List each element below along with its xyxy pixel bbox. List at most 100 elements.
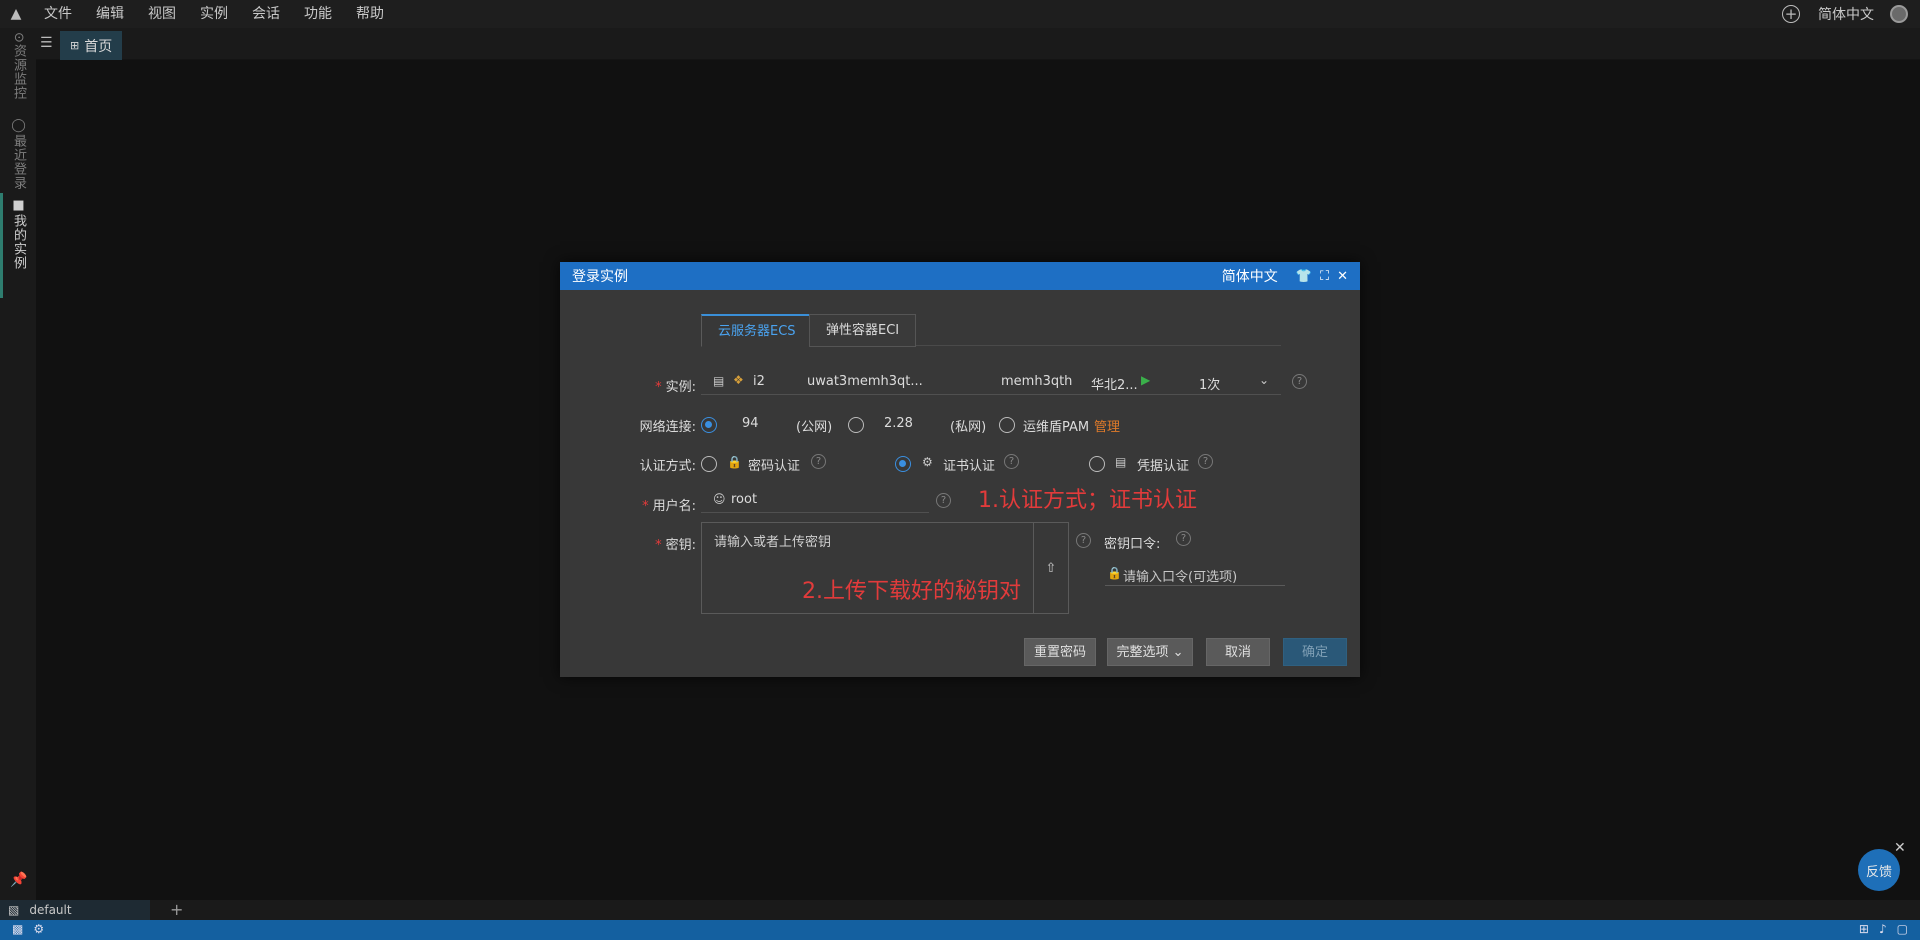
public-ip: 94 [742, 416, 759, 431]
passphrase-help-icon[interactable]: ? [1176, 531, 1191, 546]
public-suffix: (公网) [796, 420, 833, 435]
sidebar-tab-recent-login[interactable]: ◯最近登录 [9, 118, 28, 190]
certificate-icon: ⚙ [922, 455, 933, 469]
credential-auth-label: 凭据认证 [1137, 459, 1190, 474]
user-icon: ☺ [713, 492, 726, 506]
chevron-down-icon: ⌄ [1172, 645, 1184, 660]
instance-help-icon[interactable]: ? [1292, 374, 1307, 389]
annotation-step1: 1.认证方式；证书认证 [978, 488, 1197, 513]
certificate-auth-radio[interactable] [895, 456, 911, 472]
lock-icon: 🔒 [727, 455, 742, 469]
menu-help[interactable]: 帮助 [344, 0, 396, 28]
key-help-icon[interactable]: ? [1076, 533, 1091, 548]
private-suffix: (私网) [950, 420, 987, 435]
username-label: * 用户名: [642, 499, 696, 514]
instance-region: 华北2... [1091, 378, 1138, 393]
menu-toggle-icon[interactable]: ☰ [40, 35, 53, 51]
tab-ecs[interactable]: 云服务器ECS [701, 314, 813, 347]
fullscreen-icon[interactable]: ⛶ [1320, 269, 1329, 284]
dialog-header: 登录实例 简体中文 👕 ⛶ ✕ [560, 262, 1360, 290]
sidebar-tab-my-instances[interactable]: ■我的实例 [9, 198, 28, 270]
menu-edit[interactable]: 编辑 [84, 0, 136, 28]
instance-id-prefix: i2 [753, 374, 765, 389]
layers-icon[interactable]: ▩ [12, 922, 23, 936]
pin-icon[interactable]: 📌 [10, 872, 27, 888]
passphrase-lock-icon: 🔒 [1107, 566, 1122, 580]
theme-icon[interactable]: 👕 [1296, 269, 1312, 284]
terminal-bar: ▧ default + [0, 900, 1920, 920]
certificate-auth-help-icon[interactable]: ? [1004, 454, 1019, 469]
menu-function[interactable]: 功能 [292, 0, 344, 28]
bastion-radio[interactable] [999, 417, 1015, 433]
close-icon[interactable]: ✕ [1337, 269, 1348, 284]
annotation-step2: 2.上传下载好的秘钥对 [802, 579, 1021, 604]
dialog-language[interactable]: 简体中文 [1222, 266, 1278, 286]
terminal-tab-label: default [29, 903, 72, 917]
credential-auth-radio[interactable] [1089, 456, 1105, 472]
language-selector[interactable]: 简体中文 [1818, 4, 1874, 24]
cancel-button[interactable]: 取消 [1206, 638, 1270, 666]
tab-eci[interactable]: 弹性容器ECI [809, 314, 917, 347]
passphrase-input[interactable]: 🔒 请输入口令(可选项) [1105, 564, 1285, 586]
running-status-icon: ▶ [1141, 373, 1151, 387]
grid-icon[interactable]: ⊞ [1859, 922, 1869, 936]
terminal-icon: ▧ [8, 903, 20, 917]
menu-file[interactable]: 文件 [32, 0, 84, 28]
instance-select[interactable]: ▤ ❖ i2 uwat3memh3qt... memh3qth 华北2... ▶… [701, 369, 1281, 395]
password-auth-help-icon[interactable]: ? [811, 454, 826, 469]
tab-home[interactable]: ⊞ 首页 [60, 31, 123, 60]
feedback-close-icon[interactable]: ✕ [1894, 840, 1906, 856]
upload-icon: ⇧ [1045, 560, 1057, 576]
password-auth-radio[interactable] [701, 456, 717, 472]
private-network-radio[interactable] [848, 417, 864, 433]
credential-auth-help-icon[interactable]: ? [1198, 454, 1213, 469]
passphrase-label: 密钥口令: [1104, 537, 1161, 552]
network-label: 网络连接: [639, 420, 696, 435]
shirt-icon[interactable]: ▢ [1897, 922, 1908, 936]
full-options-button[interactable]: 完整选项 ⌄ [1107, 638, 1193, 666]
bell-icon[interactable]: ♪ [1879, 922, 1887, 936]
menu-view[interactable]: 视图 [136, 0, 188, 28]
app-logo-icon: ▲ [10, 6, 22, 22]
menu-session[interactable]: 会话 [240, 0, 292, 28]
avatar[interactable] [1890, 5, 1908, 23]
sidebar-tab-resource-monitor[interactable]: ⊙资源监控 [9, 32, 28, 100]
menu-instance[interactable]: 实例 [188, 0, 240, 28]
confirm-button[interactable]: 确定 [1283, 638, 1347, 666]
key-label: * 密钥: [655, 538, 696, 553]
settings-icon[interactable]: ⚙ [33, 922, 44, 936]
server-icon: ▤ [713, 374, 725, 388]
full-options-label: 完整选项 [1116, 645, 1169, 660]
home-grid-icon: ⊞ [70, 39, 80, 52]
reset-password-button[interactable]: 重置密码 [1024, 638, 1096, 666]
service-tabs: 云服务器ECS 弹性容器ECI [701, 314, 1281, 347]
username-input[interactable]: ☺ root [701, 487, 929, 513]
os-icon: ❖ [733, 373, 744, 387]
bastion-label: 运维盾PAM [1023, 420, 1090, 435]
manage-link[interactable]: 管理 [1094, 416, 1120, 435]
instance-label: * 实例: [655, 380, 696, 395]
login-instance-dialog: 登录实例 简体中文 👕 ⛶ ✕ 云服务器ECS 弹性容器ECI * 实例: ▤ ❖… [560, 262, 1360, 677]
chevron-down-icon[interactable]: ⌄ [1259, 373, 1269, 387]
private-ip: 2.28 [884, 416, 913, 431]
login-count: 1次 [1199, 378, 1221, 393]
password-auth-label: 密码认证 [748, 459, 801, 474]
menu-bar: ▲ 文件 编辑 视图 实例 会话 功能 帮助 + 简体中文 [0, 0, 1920, 28]
add-icon[interactable]: + [1782, 5, 1800, 23]
left-sidebar: ⊙资源监控 ◯最近登录 ■我的实例 📌 [0, 28, 36, 900]
instance-name: memh3qth [1001, 374, 1073, 389]
certificate-auth-label: 证书认证 [943, 459, 996, 474]
terminal-tab-default[interactable]: ▧ default [0, 900, 150, 920]
tab-home-label: 首页 [84, 38, 113, 55]
auth-method-label: 认证方式: [639, 459, 696, 474]
sidebar-active-indicator [0, 193, 3, 298]
public-network-radio[interactable] [701, 417, 717, 433]
status-bar: ▩ ⚙ ⊞ ♪ ▢ [0, 920, 1920, 940]
credential-icon: ▤ [1115, 455, 1127, 469]
tab-bar: ☰ ⊞ 首页 [36, 28, 1920, 60]
username-help-icon[interactable]: ? [936, 493, 951, 508]
add-terminal-button[interactable]: + [170, 900, 183, 920]
upload-key-button[interactable]: ⇧ [1033, 523, 1068, 613]
username-value: root [731, 492, 758, 507]
key-placeholder: 请输入或者上传密钥 [714, 535, 832, 550]
